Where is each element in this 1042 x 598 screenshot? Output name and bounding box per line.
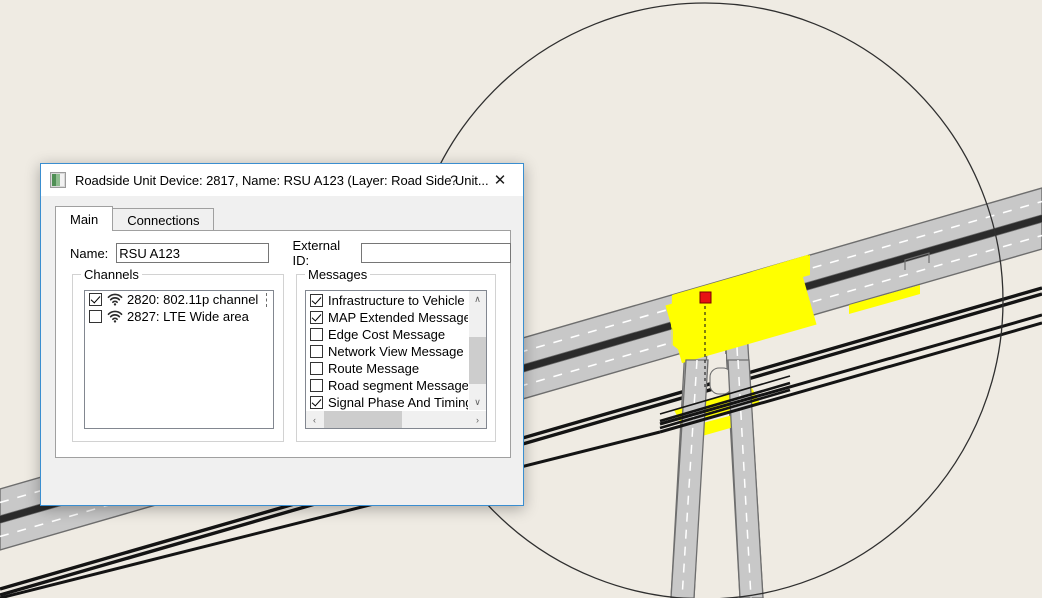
tab-strip: Main Connections (55, 207, 214, 231)
messages-group: Messages Infrastructure to Vehicle Infor… (296, 274, 496, 442)
list-item-label: Edge Cost Message (328, 327, 445, 342)
external-id-input[interactable] (361, 243, 511, 263)
channel-checkbox[interactable] (89, 310, 102, 323)
list-item[interactable]: Road segment Message (306, 377, 469, 394)
list-item-label: Route Message (328, 361, 419, 376)
name-label: Name: (70, 246, 108, 261)
tab-main[interactable]: Main (55, 206, 113, 231)
list-item[interactable]: Route Message (306, 360, 469, 377)
list-item-label: Network View Message (328, 344, 464, 359)
channels-group-title: Channels (81, 267, 142, 282)
wifi-icon (107, 310, 123, 323)
help-button[interactable]: ? (431, 164, 477, 195)
list-item[interactable]: Infrastructure to Vehicle Infor (306, 292, 469, 309)
message-checkbox[interactable] (310, 396, 323, 409)
channels-list[interactable]: 2820: 802.11p channel 2827: (84, 290, 274, 429)
wifi-icon (107, 293, 123, 306)
list-item[interactable]: MAP Extended Message (306, 309, 469, 326)
application-icon (50, 172, 66, 188)
list-item-label: Signal Phase And Timing Exte (328, 395, 469, 410)
external-id-label: External ID: (292, 238, 353, 268)
scroll-up-icon[interactable]: ∧ (469, 291, 486, 308)
list-item-label: Road segment Message (328, 378, 469, 393)
scroll-left-icon[interactable]: ‹ (306, 411, 323, 428)
channel-checkbox[interactable] (89, 293, 102, 306)
dialog-title: Roadside Unit Device: 2817, Name: RSU A1… (75, 173, 489, 188)
name-input[interactable]: RSU A123 (116, 243, 269, 263)
messages-list-viewport: Infrastructure to Vehicle Infor MAP Exte… (306, 292, 469, 411)
name-row: Name: RSU A123 External ID: (57, 241, 511, 265)
message-checkbox[interactable] (310, 311, 323, 324)
message-checkbox[interactable] (310, 362, 323, 375)
message-checkbox[interactable] (310, 345, 323, 358)
channels-group: Channels 2820: 802. (72, 274, 284, 442)
messages-horizontal-scrollbar[interactable]: ‹ › (306, 410, 486, 428)
message-checkbox[interactable] (310, 294, 323, 307)
list-item[interactable]: Signal Phase And Timing Exte (306, 394, 469, 411)
messages-group-title: Messages (305, 267, 370, 282)
horizontal-scroll-thumb[interactable] (324, 411, 402, 428)
application-window: Roadside Unit Device: 2817, Name: RSU A1… (0, 0, 1042, 598)
list-item-label: Infrastructure to Vehicle Infor (328, 293, 469, 308)
scroll-down-icon[interactable]: ∨ (469, 394, 486, 411)
list-item[interactable]: Network View Message (306, 343, 469, 360)
list-item-label: MAP Extended Message (328, 310, 469, 325)
vertical-scroll-thumb[interactable] (469, 337, 486, 384)
list-item-label: 2820: 802.11p channel (127, 292, 258, 307)
tab-connections[interactable]: Connections (112, 208, 214, 231)
tab-page-main: Name: RSU A123 External ID: Channels (55, 230, 511, 458)
messages-list[interactable]: Infrastructure to Vehicle Infor MAP Exte… (305, 290, 487, 429)
message-checkbox[interactable] (310, 328, 323, 341)
list-item[interactable]: 2827: LTE Wide area (85, 308, 273, 325)
focus-indicator (266, 293, 268, 307)
close-icon[interactable]: ✕ (477, 164, 523, 195)
messages-vertical-scrollbar[interactable]: ∧ ∨ (468, 291, 486, 411)
list-item[interactable]: Edge Cost Message (306, 326, 469, 343)
dialog-titlebar[interactable]: Roadside Unit Device: 2817, Name: RSU A1… (41, 164, 523, 196)
scroll-right-icon[interactable]: › (469, 411, 486, 428)
message-checkbox[interactable] (310, 379, 323, 392)
roadside-unit-dialog: Roadside Unit Device: 2817, Name: RSU A1… (40, 163, 524, 506)
list-item-label: 2827: LTE Wide area (127, 309, 249, 324)
list-item[interactable]: 2820: 802.11p channel (85, 291, 273, 308)
